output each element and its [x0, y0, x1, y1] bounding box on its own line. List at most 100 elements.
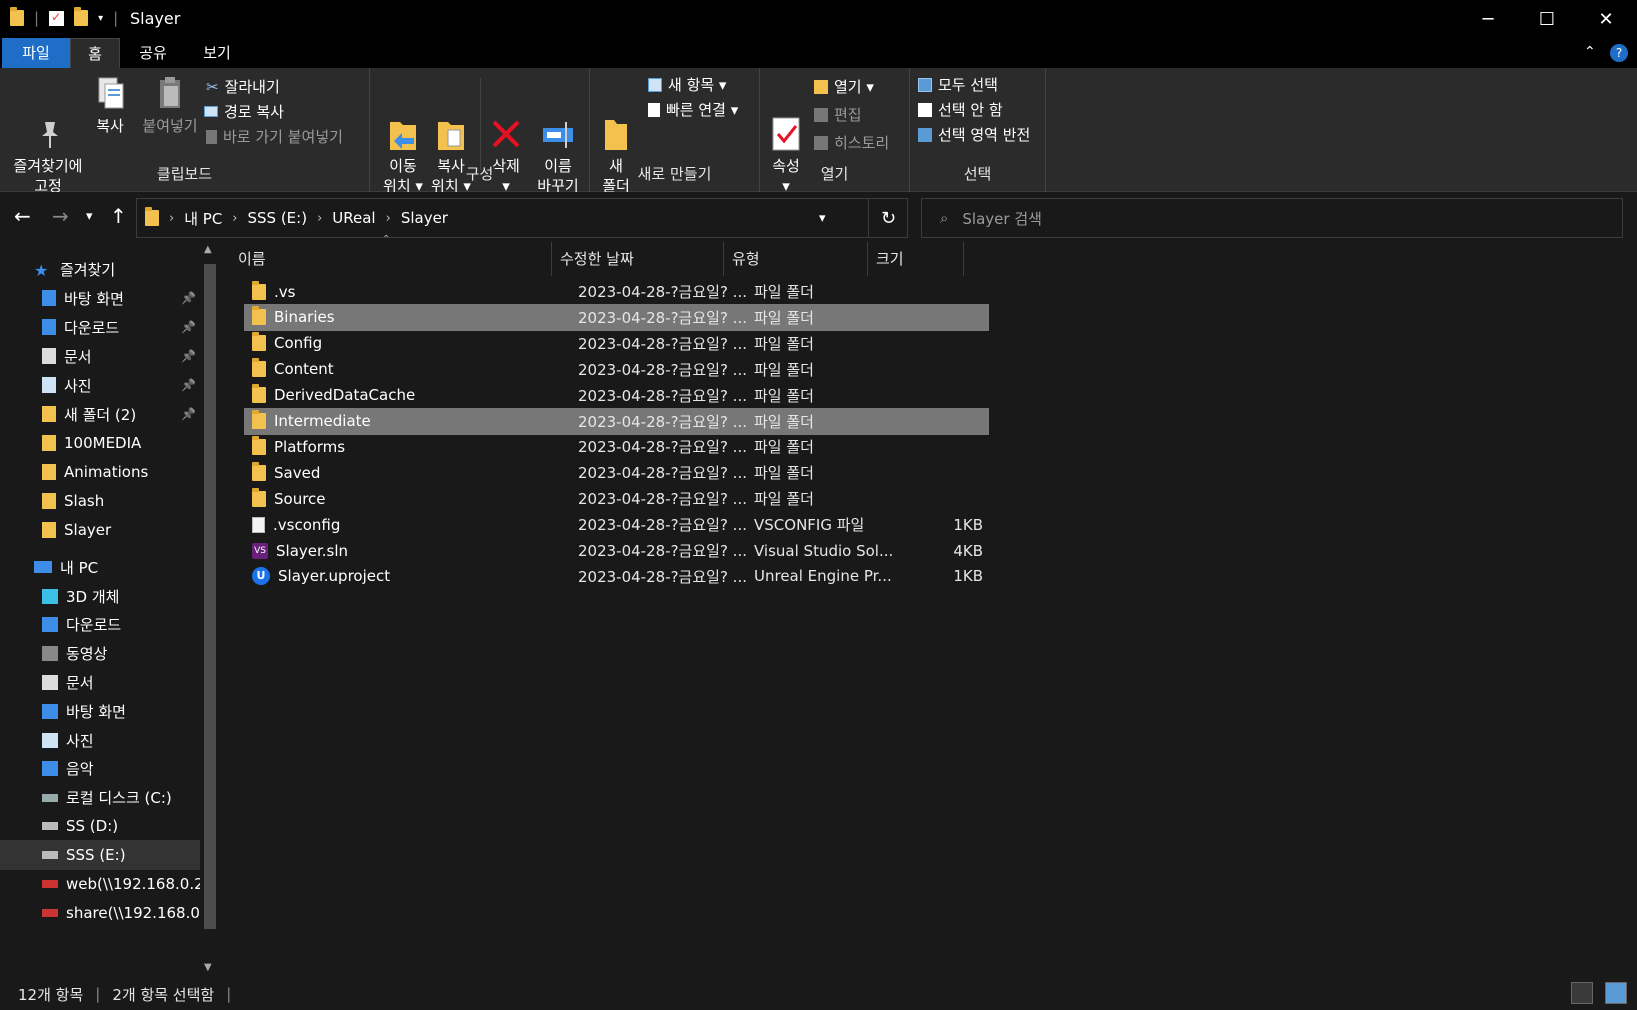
search-input[interactable]: ⌕ Slayer 검색	[921, 198, 1623, 238]
file-row[interactable]: Binaries 2023-04-28-?금요일? ... 파일 폴더	[244, 303, 989, 331]
collapse-ribbon-icon[interactable]: ⌃	[1584, 44, 1596, 60]
sidebar-item-quick[interactable]: 바탕 화면 📌	[0, 283, 200, 313]
scrollbar-thumb[interactable]	[204, 264, 216, 929]
file-row[interactable]: Platforms 2023-04-28-?금요일? ... 파일 폴더	[244, 433, 989, 460]
column-header-type[interactable]: 유형	[724, 242, 868, 276]
breadcrumb-ureal[interactable]: UReal	[332, 209, 375, 227]
pin-icon[interactable]: 📌	[181, 378, 196, 392]
details-view-button[interactable]	[1571, 982, 1593, 1004]
tab-view[interactable]: 보기	[192, 38, 242, 68]
sidebar-item-pc[interactable]: 음악	[0, 754, 200, 784]
file-row[interactable]: DerivedDataCache 2023-04-28-?금요일? ... 파일 폴…	[244, 382, 989, 409]
cut-button[interactable]: ✂ 잘라내기	[206, 76, 280, 97]
refresh-button[interactable]: ↻	[868, 198, 908, 238]
scroll-down-icon[interactable]: ▼	[204, 962, 212, 973]
tab-home[interactable]: 홈	[70, 38, 120, 68]
tab-share[interactable]: 공유	[128, 38, 178, 68]
minimize-button[interactable]: ─	[1459, 0, 1517, 38]
file-row[interactable]: Saved 2023-04-28-?금요일? ... 파일 폴더	[244, 459, 989, 486]
sidebar-item-quick[interactable]: 새 폴더 (2) 📌	[0, 399, 200, 429]
paste-shortcut-button[interactable]: 바로 가기 붙여넣기	[206, 126, 343, 147]
file-row[interactable]: Intermediate 2023-04-28-?금요일? ... 파일 폴더	[244, 407, 989, 435]
back-button[interactable]: ←	[14, 204, 31, 228]
file-row[interactable]: Source 2023-04-28-?금요일? ... 파일 폴더	[244, 485, 989, 512]
open-label: 열기 ▾	[834, 78, 874, 96]
select-all-button[interactable]: 모두 선택	[918, 74, 998, 95]
new-item-button[interactable]: 새 항목 ▾	[648, 74, 726, 95]
sidebar-item-pc[interactable]: share(\\192.168.0.2	[0, 898, 200, 928]
sidebar-scrollbar[interactable]: ▲ ▼	[200, 242, 220, 978]
pin-icon[interactable]: 📌	[181, 407, 196, 421]
file-name-cell: Platforms	[244, 435, 566, 456]
breadcrumb-drive[interactable]: SSS (E:)	[248, 209, 308, 227]
sidebar-item-pc[interactable]: SS (D:)	[0, 811, 200, 841]
copy-path-button[interactable]: 경로 복사	[204, 101, 284, 122]
sidebar-item-quick[interactable]: 100MEDIA	[0, 428, 200, 458]
customize-dropdown-icon[interactable]: ▾	[98, 13, 103, 24]
maximize-button[interactable]: ☐	[1518, 0, 1576, 38]
sidebar-item-pc[interactable]: 바탕 화면	[0, 696, 200, 726]
delete-icon	[489, 94, 523, 148]
select-none-button[interactable]: 선택 안 함	[918, 99, 1003, 120]
folder-icon	[252, 435, 266, 455]
recent-locations-button[interactable]: ▾	[86, 209, 93, 224]
column-header-date[interactable]: 수정한 날짜	[552, 242, 724, 276]
forward-button[interactable]: →	[52, 204, 69, 228]
paste-button[interactable]: 붙여넣기	[138, 74, 202, 136]
star-icon: ★	[34, 261, 49, 280]
sidebar-item-pc[interactable]: 다운로드	[0, 610, 200, 640]
sidebar-item-pc[interactable]: 3D 개체	[0, 581, 200, 611]
file-name: Binaries	[274, 308, 335, 327]
sidebar-item-quick[interactable]: 문서 📌	[0, 341, 200, 371]
file-row[interactable]: Content 2023-04-28-?금요일? ... 파일 폴더	[244, 356, 989, 383]
easy-access-button[interactable]: 빠른 연결 ▾	[648, 99, 738, 120]
sidebar-item-quick[interactable]: 사진 📌	[0, 370, 200, 400]
sidebar-item-pc[interactable]: SSS (E:)	[0, 840, 200, 871]
breadcrumb-slayer[interactable]: Slayer	[401, 209, 448, 227]
sidebar-item-quick[interactable]: Slash	[0, 486, 200, 516]
sidebar-quick-access[interactable]: ★ 즐겨찾기	[0, 254, 200, 284]
invert-selection-button[interactable]: 선택 영역 반전	[918, 124, 1030, 145]
easy-access-label: 빠른 연결 ▾	[666, 101, 739, 119]
history-button[interactable]: 히스토리	[814, 132, 889, 153]
breadcrumb-this-pc[interactable]: 내 PC	[184, 208, 222, 229]
up-button[interactable]: ↑	[110, 204, 127, 228]
sidebar-this-pc[interactable]: 내 PC	[0, 552, 200, 582]
pin-icon[interactable]: 📌	[181, 291, 196, 305]
column-header-name[interactable]: 이름	[230, 242, 552, 276]
column-header-size[interactable]: 크기	[868, 242, 964, 276]
download-icon	[42, 617, 58, 633]
pin-icon[interactable]: 📌	[181, 349, 196, 363]
select-group: 모두 선택 선택 안 함 선택 영역 반전 선택	[910, 68, 1046, 192]
edit-button[interactable]: 편집	[814, 104, 862, 125]
close-button[interactable]: ✕	[1577, 0, 1635, 38]
properties-icon[interactable]: ✓	[49, 10, 65, 26]
pin-icon[interactable]: 📌	[181, 320, 196, 334]
selection-count: 2개 항목 선택함	[112, 985, 215, 1004]
file-name-cell: .vsconfig	[244, 516, 566, 534]
sidebar-item-pc[interactable]: 로컬 디스크 (C:)	[0, 783, 200, 813]
sidebar-item-quick[interactable]: 다운로드 📌	[0, 312, 200, 342]
sidebar-item-quick[interactable]: Slayer	[0, 515, 200, 545]
file-row[interactable]: .vs 2023-04-28-?금요일? ... 파일 폴더	[244, 278, 989, 305]
sidebar-item-pc[interactable]: web(\\192.168.0.22	[0, 869, 200, 899]
sidebar-item-pc[interactable]: 사진	[0, 725, 200, 755]
file-name: DerivedDataCache	[274, 386, 416, 405]
file-row[interactable]: Config 2023-04-28-?금요일? ... 파일 폴더	[244, 330, 989, 357]
scroll-up-icon[interactable]: ▲	[204, 244, 212, 255]
copy-button[interactable]: 복사	[90, 74, 130, 136]
tab-file[interactable]: 파일	[2, 38, 70, 68]
sidebar-item-pc[interactable]: 동영상	[0, 639, 200, 669]
file-row[interactable]: .vsconfig 2023-04-28-?금요일? ... VSCONFIG 파일…	[244, 511, 989, 538]
open-button[interactable]: 열기 ▾	[814, 76, 874, 97]
help-icon[interactable]: ?	[1610, 44, 1628, 62]
visual-studio-icon: VS	[252, 542, 268, 559]
sidebar-item-quick[interactable]: Animations	[0, 457, 200, 487]
large-icons-view-button[interactable]	[1605, 982, 1627, 1004]
file-row[interactable]: VS Slayer.sln 2023-04-28-?금요일? ... Visual S…	[244, 537, 989, 564]
sidebar-item-pc[interactable]: 문서	[0, 667, 200, 697]
address-bar[interactable]: › 내 PC › SSS (E:) › UReal › Slayer ▾	[136, 198, 908, 238]
new-folder-icon[interactable]	[74, 7, 89, 26]
address-dropdown-icon[interactable]: ▾	[819, 211, 826, 226]
file-row[interactable]: U Slayer.uproject 2023-04-28-?금요일? ... Unre…	[244, 563, 989, 590]
